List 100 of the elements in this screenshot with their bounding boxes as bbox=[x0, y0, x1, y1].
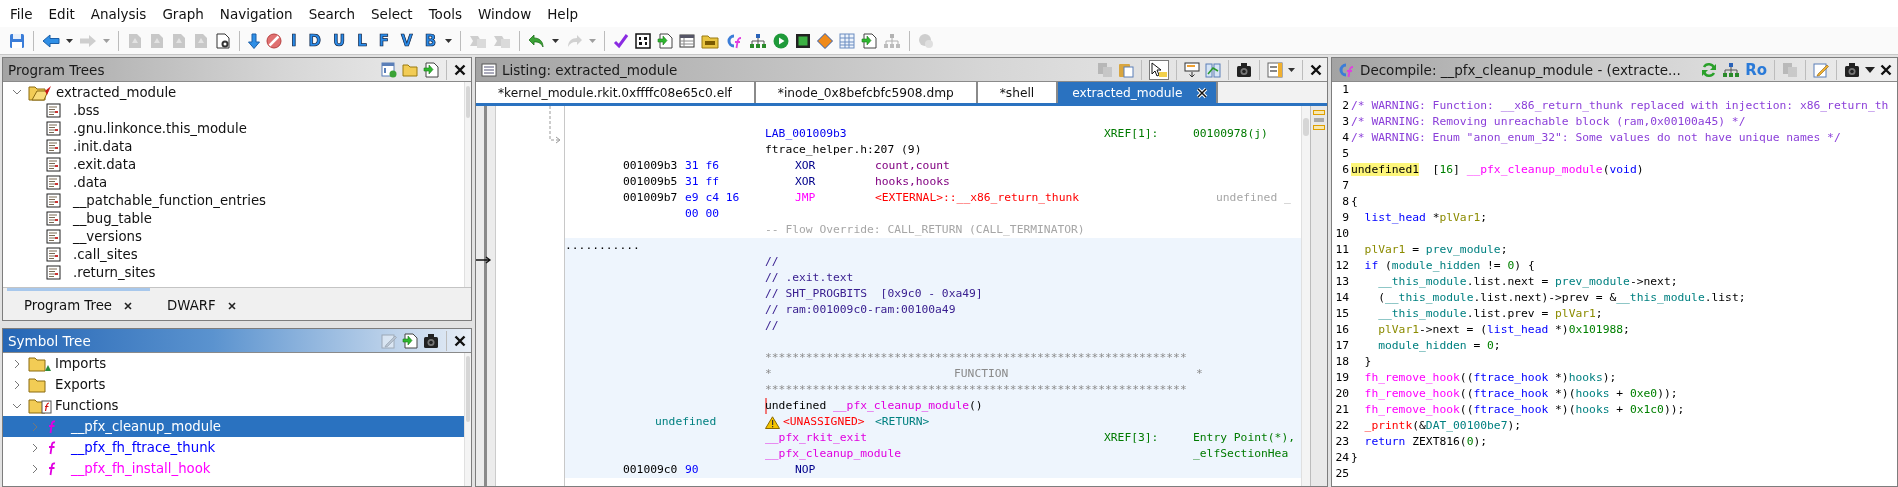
code-line: { bbox=[1351, 194, 1358, 210]
line-number: 19 bbox=[1334, 370, 1349, 386]
line-number: 5 bbox=[1341, 146, 1349, 162]
code-text: undefined __pfx_cleanup_module() bbox=[765, 398, 983, 414]
menu-item[interactable]: Navigation bbox=[211, 5, 301, 22]
code-line: } bbox=[1363, 354, 1372, 370]
line-number: 3 bbox=[1341, 114, 1349, 130]
line-number: 24 bbox=[1334, 450, 1349, 466]
tab[interactable]: DWARF bbox=[150, 288, 250, 320]
tree-item[interactable]: __patchable_function_entries bbox=[3, 191, 464, 209]
comment-text: * bbox=[765, 366, 772, 382]
toolbar-button[interactable]: V bbox=[398, 31, 416, 50]
line-number: 4 bbox=[1341, 130, 1349, 146]
code-line: module_hidden = 0; bbox=[1377, 338, 1501, 354]
panel-title: Program Trees bbox=[8, 61, 105, 78]
toolbar-button[interactable]: D bbox=[305, 31, 325, 50]
tree-item[interactable]: .call_sites bbox=[3, 245, 464, 263]
mnemonic-text: NOP bbox=[795, 462, 816, 478]
menu-item[interactable]: Tools bbox=[420, 5, 470, 22]
byte-text: 00 00 bbox=[685, 206, 719, 222]
line-number: 14 bbox=[1334, 290, 1349, 306]
tree-item[interactable]: .gnu.linkonce.this_module bbox=[3, 119, 464, 137]
xref-text: 00100978(j) bbox=[1193, 126, 1268, 142]
toolbar-button[interactable]: F bbox=[375, 31, 393, 50]
comment-text: FUNCTION bbox=[954, 366, 1009, 382]
code-line: /* WARNING: Removing unreachable block (ram,0x00100a45) */ bbox=[1351, 114, 1746, 130]
tree-item[interactable]: .data bbox=[3, 173, 464, 191]
code-line: undefined1 [16] __pfx_cleanup_module(void) bbox=[1351, 162, 1644, 178]
comment-text: -- Flow Override: CALL_RETURN (CALL_TERMINATOR) bbox=[765, 222, 1085, 238]
menu-item[interactable]: Select bbox=[363, 5, 421, 22]
tree-item[interactable]: __pfx_fh_ftrace_thunk bbox=[3, 437, 464, 458]
byte-text: 31 f6 bbox=[685, 158, 719, 174]
dots-text: ........... bbox=[565, 238, 640, 254]
operand-text: count,count bbox=[875, 158, 950, 174]
tree-item[interactable]: __bug_table bbox=[3, 209, 464, 227]
operand-text: <EXTERNAL>::__x86_return_thunk bbox=[875, 190, 1080, 206]
address-text: 001009c0 bbox=[623, 462, 678, 478]
menu-item[interactable]: Edit bbox=[40, 5, 83, 22]
line-number: 22 bbox=[1334, 418, 1349, 434]
tree-item[interactable]: Functions bbox=[3, 395, 464, 416]
code-line: return ZEXT816(0); bbox=[1363, 434, 1488, 450]
menu-item[interactable]: Graph bbox=[154, 5, 212, 22]
comment-text: ************************************************************** bbox=[765, 382, 1187, 398]
code-line: __this_module.list.prev = plVar1; bbox=[1377, 306, 1603, 322]
line-number: 9 bbox=[1341, 210, 1349, 226]
line-number: 16 bbox=[1334, 322, 1349, 338]
menu-item[interactable]: Search bbox=[300, 5, 363, 22]
address-text: 001009b3 bbox=[623, 158, 678, 174]
code-line: if (module_hidden != 0) { bbox=[1363, 258, 1535, 274]
menu-item[interactable]: File bbox=[2, 5, 41, 22]
type-text: undefined _ bbox=[1216, 190, 1291, 206]
tree-item[interactable]: __versions bbox=[3, 227, 464, 245]
code-line: plVar1->next = (list_head *)0x101988; bbox=[1377, 322, 1630, 338]
tab[interactable]: *shell bbox=[977, 82, 1059, 103]
tree-item[interactable]: .return_sites bbox=[3, 263, 464, 281]
menu-item[interactable]: Help bbox=[539, 5, 586, 22]
tree-item[interactable]: extracted_module bbox=[3, 83, 464, 101]
code-line: (__this_module.list.next)->prev = &__this_module.list; bbox=[1377, 290, 1746, 306]
xref-text: XREF[3]: bbox=[1104, 430, 1159, 446]
tab[interactable]: Program Tree bbox=[7, 288, 151, 320]
tab[interactable]: *inode_0x8befcbfc5908.dmp bbox=[755, 82, 978, 103]
line-number: 2 bbox=[1341, 98, 1349, 114]
type-text: undefined bbox=[655, 414, 717, 430]
toolbar-button[interactable]: I bbox=[288, 31, 300, 50]
tree-item[interactable]: .exit.data bbox=[3, 155, 464, 173]
tree-item[interactable]: Imports bbox=[3, 353, 464, 374]
tree-item[interactable]: .bss bbox=[3, 101, 464, 119]
panel-title: Decompile: __pfx_cleanup_module - (extracte... bbox=[1360, 61, 1681, 78]
label-text: LAB_001009b3 bbox=[765, 126, 847, 142]
code-line: } bbox=[1351, 450, 1358, 466]
tree-item[interactable]: .init.data bbox=[3, 137, 464, 155]
code-line: list_head *plVar1; bbox=[1363, 210, 1488, 226]
mnemonic-text: XOR bbox=[795, 174, 816, 190]
tab[interactable]: extracted_module bbox=[1058, 82, 1219, 103]
comment-text: // bbox=[765, 254, 779, 270]
code-line: fh_remove_hook((ftrace_hook *)hooks); bbox=[1363, 370, 1617, 386]
comment-text: // .exit.text bbox=[765, 270, 854, 286]
code-line: plVar1 = prev_module; bbox=[1363, 242, 1508, 258]
toolbar-button[interactable]: U bbox=[330, 31, 349, 50]
line-number: 12 bbox=[1334, 258, 1349, 274]
panel-title: Listing: extracted_module bbox=[502, 61, 678, 78]
source-line-text: ftrace_helper.h:207 (9) bbox=[765, 142, 922, 158]
comment-text: // ram:001009c0-ram:00100a49 bbox=[765, 302, 956, 318]
comment-text: // SHT_PROGBITS [0x9c0 - 0xa49] bbox=[765, 286, 983, 302]
tab[interactable]: *kernel_module.rkit.0xffffc08e65c0.elf bbox=[476, 82, 756, 103]
line-number: 17 bbox=[1334, 338, 1349, 354]
register-text: <UNASSIGNED> bbox=[783, 414, 865, 430]
line-number: 15 bbox=[1334, 306, 1349, 322]
tree-item[interactable]: __pfx_cleanup_module bbox=[3, 416, 464, 437]
line-number: 21 bbox=[1334, 402, 1349, 418]
menu-item[interactable]: Window bbox=[469, 5, 540, 22]
xref-text: _elfSectionHea bbox=[1193, 446, 1289, 462]
tree-item[interactable]: Exports bbox=[3, 374, 464, 395]
menu-item[interactable]: Analysis bbox=[82, 5, 155, 22]
code-line: /* WARNING: Function: __x86_return_thunk replaced with injection: x86_return_th bbox=[1351, 98, 1889, 114]
line-number: 8 bbox=[1341, 194, 1349, 210]
line-number: 6 bbox=[1341, 162, 1349, 178]
xref-text: Entry Point(*), bbox=[1193, 430, 1296, 446]
toolbar-button[interactable]: B bbox=[421, 31, 440, 50]
address-text: 001009b5 bbox=[623, 174, 678, 190]
